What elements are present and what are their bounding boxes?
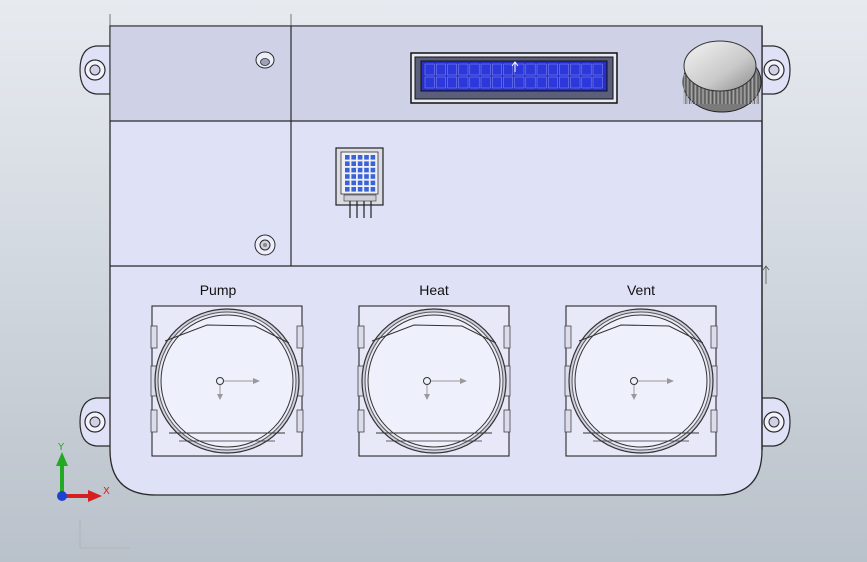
lcd-cell bbox=[525, 63, 536, 76]
lcd-cell bbox=[581, 76, 592, 89]
gauge-heat[interactable] bbox=[357, 305, 511, 457]
lcd-cell bbox=[536, 76, 547, 89]
gauge-pump[interactable] bbox=[150, 305, 304, 457]
sensor-vent-hole bbox=[364, 161, 369, 166]
triad-y-label: Y bbox=[58, 442, 65, 453]
gauge-vent[interactable] bbox=[564, 305, 718, 457]
edge-marker bbox=[762, 265, 770, 284]
mounting-ear-top-right bbox=[759, 45, 791, 95]
lcd-cell bbox=[547, 76, 558, 89]
lcd-cell bbox=[559, 76, 570, 89]
sensor-vent-hole bbox=[357, 180, 363, 186]
lcd-cell bbox=[592, 63, 603, 76]
sensor-vent-hole bbox=[345, 180, 350, 186]
lcd-display[interactable] bbox=[410, 52, 618, 104]
sensor-vent-hole bbox=[357, 174, 363, 179]
sensor-vent-hole bbox=[364, 187, 369, 192]
cad-model-view[interactable] bbox=[0, 0, 867, 562]
lcd-cell bbox=[435, 63, 446, 76]
lcd-cell bbox=[458, 76, 469, 89]
sensor-vent-hole bbox=[351, 174, 356, 179]
lcd-cell bbox=[424, 76, 435, 89]
mounting-ear-bottom-left bbox=[79, 397, 113, 447]
lcd-cell bbox=[525, 76, 536, 89]
triad-x-label: X bbox=[103, 486, 110, 497]
mounting-ear-bottom-right bbox=[759, 397, 791, 447]
sensor-vent-hole bbox=[345, 167, 350, 173]
sensor-vent-hole bbox=[357, 161, 363, 166]
sensor-vent-hole bbox=[351, 161, 356, 166]
lcd-cell bbox=[581, 63, 592, 76]
lcd-cell bbox=[447, 63, 458, 76]
sensor-vent-hole bbox=[351, 187, 356, 192]
gauge-row bbox=[150, 305, 718, 457]
sensor-vent-hole bbox=[351, 180, 356, 186]
lcd-cell bbox=[458, 63, 469, 76]
sensor-vent-hole bbox=[370, 174, 376, 179]
lcd-cell bbox=[469, 76, 480, 89]
cad-viewport[interactable]: Pump Heat Vent Y X bbox=[0, 0, 867, 562]
sensor-vent-hole bbox=[351, 167, 356, 173]
lcd-cell bbox=[547, 63, 558, 76]
lcd-cell bbox=[480, 63, 491, 76]
sensor-vent-hole bbox=[364, 167, 369, 173]
lcd-cell bbox=[592, 76, 603, 89]
sensor-vent-hole bbox=[345, 174, 350, 179]
triad-y-arrow bbox=[56, 452, 68, 466]
lcd-cell bbox=[435, 76, 446, 89]
lcd-cell bbox=[480, 76, 491, 89]
lcd-cell bbox=[491, 76, 502, 89]
sensor-vent-hole bbox=[364, 180, 369, 186]
gauge-label-pump: Pump bbox=[199, 282, 237, 298]
countersink-hole bbox=[255, 51, 275, 69]
lcd-cell bbox=[570, 76, 581, 89]
sensor-vent-hole bbox=[370, 167, 376, 173]
lcd-cell bbox=[570, 63, 581, 76]
mounting-ear-top-left bbox=[79, 45, 113, 95]
gauge-label-vent: Vent bbox=[626, 282, 656, 298]
lcd-cell bbox=[447, 76, 458, 89]
sensor-vent-hole bbox=[370, 155, 376, 160]
standoff-screw bbox=[254, 234, 276, 256]
sensor-vent-hole bbox=[357, 167, 363, 173]
sensor-vent-hole bbox=[370, 161, 376, 166]
lcd-cell bbox=[514, 63, 525, 76]
lcd-cell bbox=[469, 63, 480, 76]
lcd-cell bbox=[559, 63, 570, 76]
lcd-cell bbox=[536, 63, 547, 76]
lcd-cell bbox=[503, 63, 514, 76]
lcd-cell bbox=[424, 63, 435, 76]
sensor-vent-hole bbox=[345, 155, 350, 160]
sensor-vent-hole bbox=[345, 187, 350, 192]
sensor-vent-hole bbox=[370, 180, 376, 186]
lcd-cell bbox=[503, 76, 514, 89]
triad-x-arrow bbox=[88, 490, 102, 502]
sensor-vent-hole bbox=[364, 155, 369, 160]
lcd-cell bbox=[491, 63, 502, 76]
rotary-knob[interactable] bbox=[682, 40, 762, 113]
sensor-vent-hole bbox=[357, 187, 363, 192]
triad-z-axis bbox=[57, 491, 67, 501]
lcd-cell bbox=[514, 76, 525, 89]
sensor-vent-hole bbox=[357, 155, 363, 160]
sensor-vent-hole bbox=[370, 187, 376, 192]
sensor-vent-hole bbox=[351, 155, 356, 160]
sensor-vent-hole bbox=[364, 174, 369, 179]
sensor-vent-hole bbox=[345, 161, 350, 166]
gauge-label-heat: Heat bbox=[419, 282, 449, 298]
